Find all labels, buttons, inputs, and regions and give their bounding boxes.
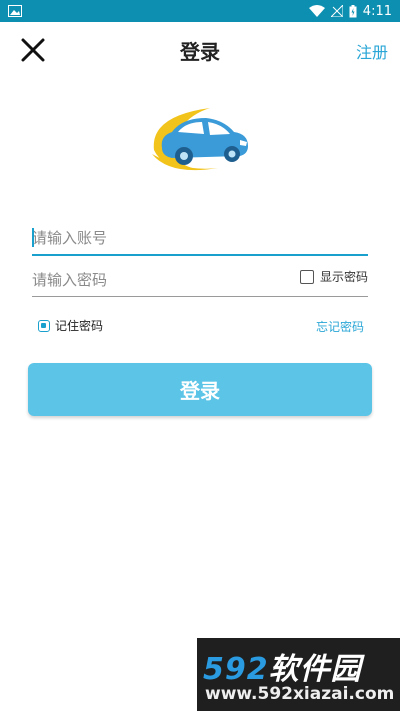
signal-icon: [330, 5, 343, 17]
wifi-icon: [308, 5, 325, 17]
show-password-toggle[interactable]: 显示密码: [300, 268, 368, 285]
top-bar: 登录 注册: [0, 22, 400, 76]
gallery-icon: [8, 5, 22, 17]
remember-password-label: 记住密码: [55, 319, 104, 333]
watermark: 592软件园 www.592xiazai.com: [197, 638, 400, 711]
show-password-checkbox[interactable]: [300, 269, 314, 284]
status-right: 4:11: [308, 2, 392, 20]
watermark-url: www.592xiazai.com: [205, 684, 395, 704]
show-password-label: 显示密码: [320, 270, 369, 284]
battery-icon: [349, 4, 357, 17]
account-input[interactable]: [32, 222, 368, 254]
remember-password-checkbox[interactable]: [38, 319, 50, 332]
status-time: 4:11: [362, 3, 392, 19]
status-bar: 4:11: [0, 0, 400, 22]
register-link[interactable]: 注册: [356, 39, 388, 63]
remember-password-toggle[interactable]: 记住密码: [38, 317, 103, 334]
page-title: 登录: [180, 40, 220, 64]
car-logo-icon: [152, 108, 248, 171]
text-caret: [32, 228, 34, 247]
forgot-password-link[interactable]: 忘记密码: [316, 318, 364, 335]
account-field[interactable]: [32, 222, 368, 256]
watermark-number: 592: [203, 652, 269, 687]
watermark-text: 软件园: [268, 652, 362, 687]
login-button[interactable]: 登录: [28, 363, 372, 416]
watermark-brand: 592软件园: [203, 644, 362, 688]
